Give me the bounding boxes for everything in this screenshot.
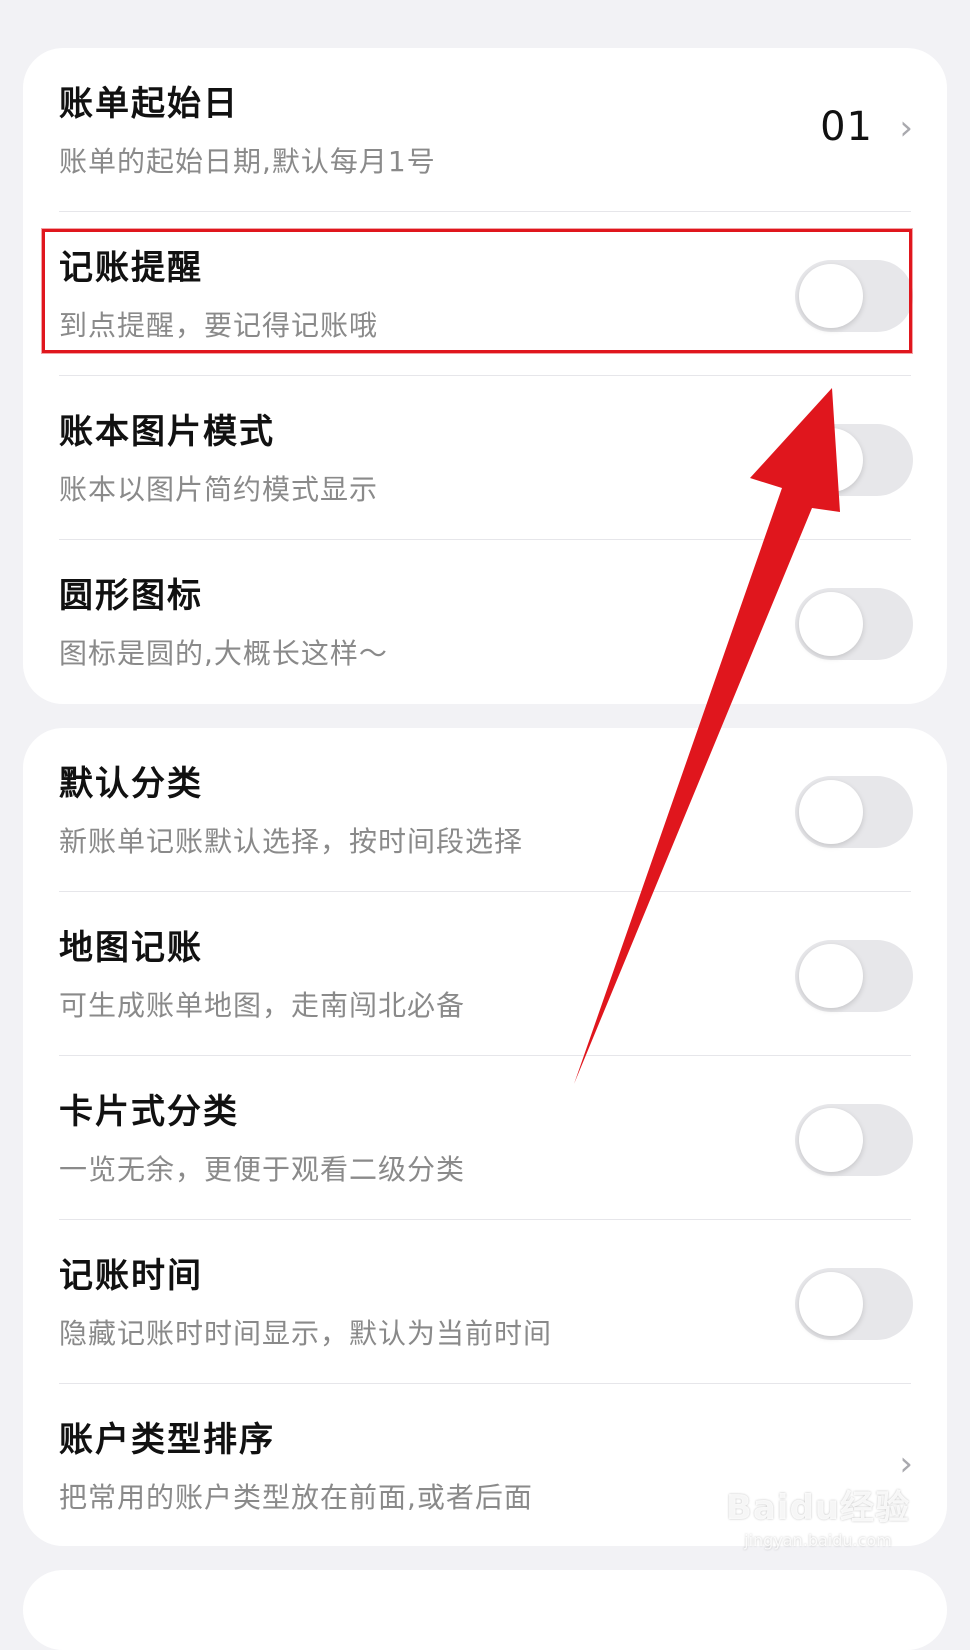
setting-title: 地图记账 [59, 928, 203, 968]
setting-title: 账户类型排序 [59, 1420, 275, 1460]
toggle-knob [799, 592, 863, 656]
bookkeeping-time-toggle[interactable] [795, 1268, 913, 1340]
setting-value: 01 [820, 104, 873, 150]
toggle-knob [799, 1108, 863, 1172]
setting-row-map-bookkeeping: 地图记账 可生成账单地图，走南闯北必备 [23, 892, 947, 1056]
setting-subtitle: 账单的起始日期,默认每月1号 [59, 145, 436, 178]
toggle-knob [799, 264, 863, 328]
toggle-knob [799, 944, 863, 1008]
setting-title: 卡片式分类 [59, 1092, 239, 1132]
round-icon-toggle[interactable] [795, 588, 913, 660]
setting-row-card-category: 卡片式分类 一览无余，更便于观看二级分类 [23, 1056, 947, 1220]
setting-row-bill-start-day[interactable]: 账单起始日 账单的起始日期,默认每月1号 01 › [23, 48, 947, 212]
setting-subtitle: 图标是圆的,大概长这样～ [59, 637, 388, 670]
setting-row-bookkeeping-time: 记账时间 隐藏记账时时间显示，默认为当前时间 [23, 1220, 947, 1384]
settings-card-3 [23, 1570, 947, 1650]
reminder-toggle[interactable] [795, 260, 913, 332]
setting-title: 默认分类 [59, 764, 203, 804]
setting-subtitle: 可生成账单地图，走南闯北必备 [59, 989, 466, 1022]
toggle-knob [799, 780, 863, 844]
chevron-right-icon: › [899, 108, 913, 148]
setting-subtitle: 账本以图片简约模式显示 [59, 473, 379, 506]
setting-subtitle: 一览无余，更便于观看二级分类 [59, 1153, 466, 1186]
setting-title: 圆形图标 [59, 576, 203, 616]
setting-subtitle: 到点提醒，要记得记账哦 [59, 309, 379, 342]
watermark-logo: Baidu经验 [725, 1488, 910, 1528]
setting-subtitle: 把常用的账户类型放在前面,或者后面 [59, 1481, 533, 1514]
settings-card-1: 账单起始日 账单的起始日期,默认每月1号 01 › 记账提醒 到点提醒，要记得记… [23, 48, 947, 704]
setting-title: 账本图片模式 [59, 412, 275, 452]
setting-title: 账单起始日 [59, 84, 239, 124]
baidu-jingyan-watermark: Baidu经验 jingyan.baidu.com [726, 1480, 910, 1550]
settings-card-2: 默认分类 新账单记账默认选择，按时间段选择 地图记账 可生成账单地图，走南闯北必… [23, 728, 947, 1546]
setting-row-reminder: 记账提醒 到点提醒，要记得记账哦 [23, 212, 947, 376]
chevron-right-icon: › [899, 1444, 913, 1484]
setting-row-round-icon: 圆形图标 图标是圆的,大概长这样～ [23, 540, 947, 704]
image-mode-toggle[interactable] [795, 424, 913, 496]
setting-title: 记账时间 [59, 1256, 203, 1296]
toggle-knob [799, 428, 863, 492]
setting-title: 记账提醒 [59, 248, 203, 288]
toggle-knob [799, 1272, 863, 1336]
default-category-toggle[interactable] [795, 776, 913, 848]
setting-subtitle: 新账单记账默认选择，按时间段选择 [59, 825, 524, 858]
map-bookkeeping-toggle[interactable] [795, 940, 913, 1012]
card-category-toggle[interactable] [795, 1104, 913, 1176]
setting-row-image-mode: 账本图片模式 账本以图片简约模式显示 [23, 376, 947, 540]
setting-subtitle: 隐藏记账时时间显示，默认为当前时间 [59, 1317, 553, 1350]
setting-row-default-category: 默认分类 新账单记账默认选择，按时间段选择 [23, 728, 947, 892]
watermark-url: jingyan.baidu.com [744, 1531, 892, 1550]
